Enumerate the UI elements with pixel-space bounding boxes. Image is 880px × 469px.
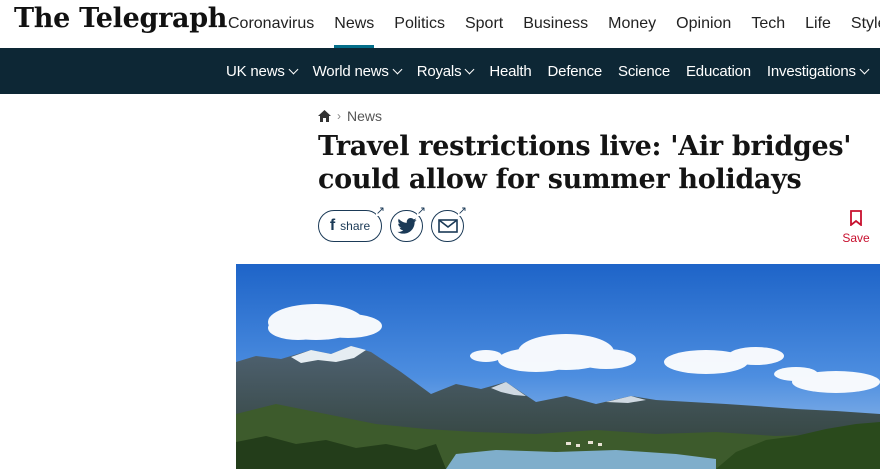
chevron-right-icon: ›: [337, 109, 341, 123]
external-arrow-icon: ↗: [375, 205, 385, 217]
secondary-nav: UK news World news Royals Health Defence…: [0, 48, 880, 94]
subnav-world-news[interactable]: World news: [312, 62, 403, 80]
twitter-icon: [396, 218, 417, 234]
breadcrumb: › News: [318, 108, 382, 124]
nav-style[interactable]: Style: [851, 0, 880, 48]
facebook-share-button[interactable]: f share ↗: [318, 206, 385, 242]
nav-life[interactable]: Life: [805, 0, 831, 48]
nav-sport[interactable]: Sport: [465, 0, 503, 48]
subnav-label: Science: [618, 62, 670, 80]
subnav-science[interactable]: Science: [618, 63, 670, 80]
nav-opinion[interactable]: Opinion: [676, 0, 731, 48]
subnav-label: Health: [489, 62, 532, 80]
subnav-label: UK news: [226, 62, 285, 80]
bookmark-icon: [850, 210, 862, 227]
save-button[interactable]: Save: [836, 210, 876, 245]
nav-business[interactable]: Business: [523, 0, 588, 48]
external-arrow-icon: ↗: [416, 205, 426, 217]
nav-money[interactable]: Money: [608, 0, 656, 48]
telegraph-logo[interactable]: The Telegraph: [14, 3, 227, 34]
headline-line-1: Travel restrictions live: 'Air bridges': [318, 131, 852, 162]
top-header: The Telegraph Coronavirus News Politics …: [0, 0, 880, 48]
home-icon[interactable]: [318, 110, 331, 122]
email-icon: [437, 219, 458, 233]
subnav-label: Investigations: [766, 62, 856, 80]
facebook-icon: f: [329, 217, 336, 234]
nav-tech[interactable]: Tech: [751, 0, 785, 48]
subnav-label: World news: [312, 62, 389, 80]
external-arrow-icon: ↗: [457, 205, 467, 217]
nav-politics[interactable]: Politics: [394, 0, 445, 48]
subnav-uk-news[interactable]: UK news: [226, 62, 299, 80]
save-label: Save: [842, 231, 870, 245]
subnav-royals[interactable]: Royals: [416, 62, 475, 80]
subnav-defence[interactable]: Defence: [547, 62, 603, 80]
headline-line-2: could allow for summer holidays: [318, 164, 802, 195]
chevron-down-icon: [288, 64, 299, 74]
breadcrumb-section[interactable]: News: [347, 108, 382, 124]
chevron-down-icon: [464, 64, 475, 74]
subnav-label: Royals: [416, 62, 462, 80]
primary-nav: Coronavirus News Politics Sport Business…: [218, 0, 880, 48]
subnav-investigations[interactable]: Investigations: [766, 62, 870, 80]
email-share-button[interactable]: ↗: [431, 206, 467, 242]
article-headline: Travel restrictions live: 'Air bridges' …: [318, 130, 858, 196]
subnav-health[interactable]: Health: [489, 63, 531, 80]
hero-image: [236, 264, 880, 469]
share-label: share: [340, 219, 371, 233]
chevron-down-icon: [859, 64, 870, 74]
chevron-down-icon: [392, 64, 403, 74]
nav-news[interactable]: News: [334, 0, 375, 48]
twitter-share-button[interactable]: ↗: [390, 206, 426, 242]
subnav-education[interactable]: Education: [686, 63, 751, 80]
subnav-label: Defence: [547, 62, 603, 80]
subnav-label: Education: [686, 62, 751, 80]
nav-coronavirus[interactable]: Coronavirus: [228, 0, 314, 48]
share-buttons: f share ↗ ↗ ↗: [318, 206, 472, 242]
